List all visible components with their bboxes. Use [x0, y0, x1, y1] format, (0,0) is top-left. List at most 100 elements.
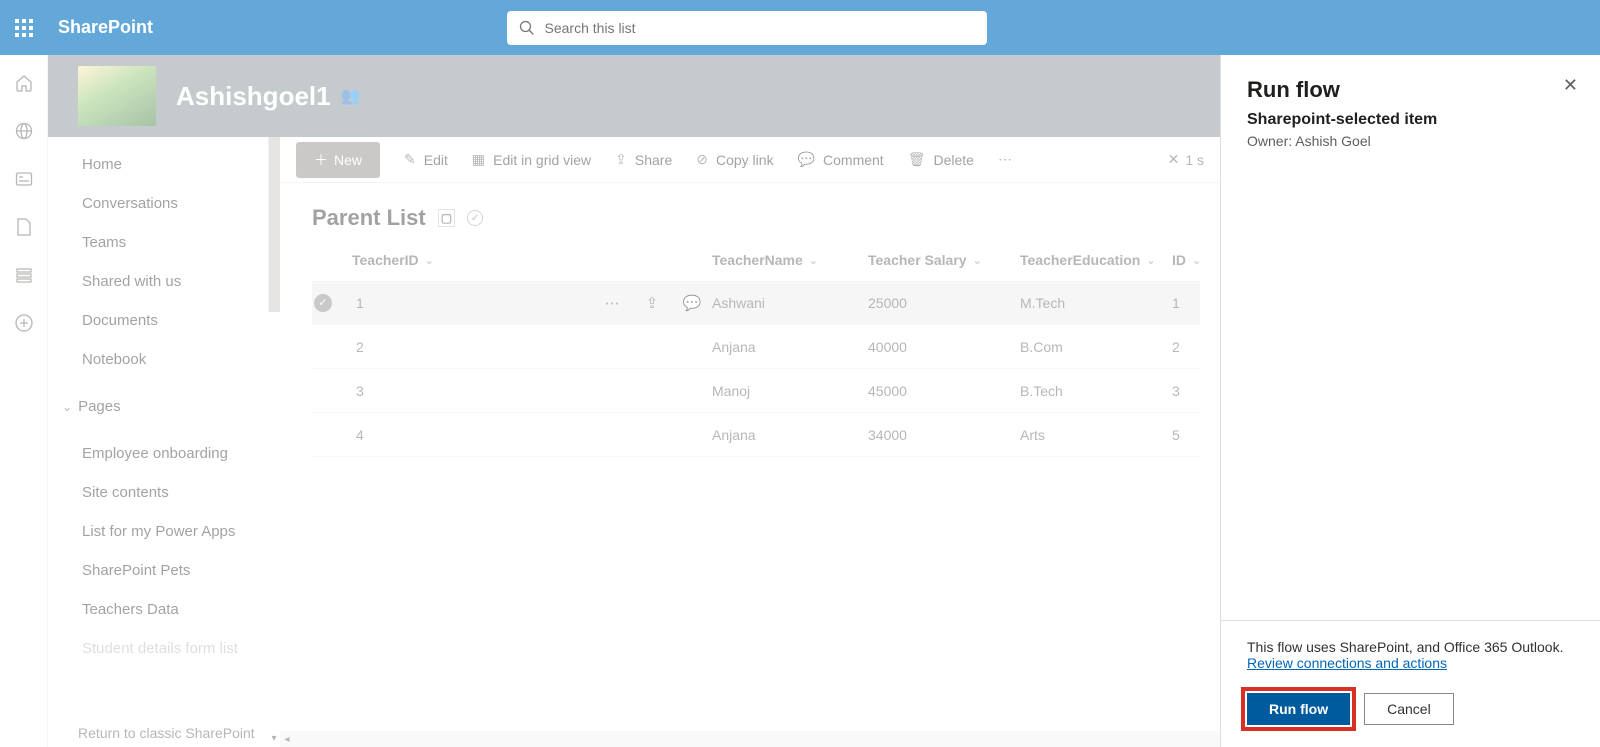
list-title: Parent List [312, 205, 426, 231]
nav-pages-group[interactable]: ⌄ Pages [48, 387, 280, 426]
list-icon[interactable] [14, 265, 34, 285]
cell-name: Anjana [712, 339, 868, 355]
close-icon: ✕ [1168, 151, 1180, 168]
comment-icon: 💬 [798, 151, 815, 168]
cell-name: Manoj [712, 383, 868, 399]
search-icon [519, 20, 535, 36]
pencil-icon: ✎ [404, 151, 416, 168]
site-title[interactable]: Ashishgoel1 [176, 81, 331, 112]
share-icon: ⇪ [615, 151, 627, 168]
files-icon[interactable] [14, 217, 34, 237]
more-icon: ⋯ [998, 151, 1012, 168]
nav-item[interactable]: Site contents [48, 473, 280, 512]
flow-uses-text: This flow uses SharePoint, and Office 36… [1247, 639, 1574, 655]
search-box[interactable] [507, 11, 987, 45]
copylink-button[interactable]: ⊘ Copy link [696, 151, 773, 168]
scroll-left-icon[interactable]: ◂ [280, 731, 294, 747]
clear-selection[interactable]: ✕ 1 s [1168, 151, 1204, 168]
cell-salary: 40000 [868, 339, 1020, 355]
cell-edu: Arts [1020, 427, 1172, 443]
trash-icon: 🗑 [908, 151, 926, 168]
app-launcher[interactable] [0, 0, 48, 55]
cell-name: Ashwani [712, 295, 868, 311]
review-connections-link[interactable]: Review connections and actions [1247, 655, 1447, 671]
nav-item[interactable]: List for my Power Apps [48, 512, 280, 551]
nav-item[interactable]: Teams [48, 223, 280, 262]
cell-edu: M.Tech [1020, 295, 1172, 311]
run-flow-panel: Run flow ✕ Sharepoint-selected item Owne… [1220, 55, 1600, 747]
new-button[interactable]: ＋ New [296, 142, 380, 178]
cell-teacherid: 4 [352, 427, 592, 443]
nav-item[interactable]: Student details form list [48, 629, 280, 657]
edit-label: Edit [424, 152, 448, 168]
editgrid-label: Edit in grid view [493, 152, 591, 168]
return-classic-link[interactable]: Return to classic SharePoint [78, 725, 255, 741]
col-teachername[interactable]: TeacherName⌄ [712, 252, 868, 268]
table-row[interactable]: 4Anjana34000Arts5 [312, 413, 1200, 457]
share-label: Share [635, 152, 672, 168]
table-row[interactable]: 3Manoj45000B.Tech3 [312, 369, 1200, 413]
flow-owner: Owner: Ashish Goel [1247, 133, 1574, 149]
search-input[interactable] [545, 20, 975, 36]
cancel-button[interactable]: Cancel [1364, 693, 1454, 725]
share-button[interactable]: ⇪ Share [615, 151, 672, 168]
waffle-icon [15, 19, 33, 37]
selected-check-icon: ✓ [314, 294, 332, 312]
chevron-down-icon: ⌄ [1192, 254, 1201, 267]
horizontal-scrollbar[interactable]: ◂ [280, 731, 1220, 747]
panel-title: Run flow [1247, 77, 1574, 103]
home-icon[interactable] [14, 73, 34, 93]
nav-item[interactable]: Employee onboarding [48, 434, 280, 473]
delete-label: Delete [933, 152, 973, 168]
cell-salary: 34000 [868, 427, 1020, 443]
link-icon: ⊘ [696, 151, 708, 168]
col-edu[interactable]: TeacherEducation⌄ [1020, 252, 1172, 268]
nav-scroll-down-icon[interactable]: ▾ [268, 729, 280, 747]
add-icon[interactable] [14, 313, 34, 333]
site-logo [78, 66, 156, 126]
copylink-label: Copy link [716, 152, 774, 168]
nav-pages-label: Pages [78, 398, 121, 415]
grid-icon: ▦ [472, 151, 485, 168]
table-row[interactable]: 2Anjana40000B.Com2 [312, 325, 1200, 369]
nav-item[interactable]: Notebook [48, 340, 280, 379]
cell-name: Anjana [712, 427, 868, 443]
chevron-down-icon: ⌄ [425, 254, 434, 267]
news-icon[interactable] [14, 169, 34, 189]
run-flow-button[interactable]: Run flow [1247, 693, 1350, 725]
nav-item[interactable]: Teachers Data [48, 590, 280, 629]
delete-button[interactable]: 🗑 Delete [908, 151, 974, 168]
nav-item[interactable]: Documents [48, 301, 280, 340]
cell-salary: 45000 [868, 383, 1020, 399]
panel-close-button[interactable]: ✕ [1563, 75, 1578, 96]
nav-scrollbar[interactable] [268, 137, 280, 312]
row-comment-icon[interactable]: 💬 [672, 294, 712, 312]
more-button[interactable]: ⋯ [998, 151, 1012, 168]
nav-item[interactable]: Home [48, 145, 280, 184]
status-icon: ✓ [467, 210, 483, 226]
site-nav: HomeConversationsTeamsShared with usDocu… [48, 137, 280, 747]
selection-count: 1 s [1185, 152, 1204, 168]
cell-teacherid: 3 [352, 383, 592, 399]
flow-name: Sharepoint-selected item [1247, 111, 1574, 129]
nav-item[interactable]: Shared with us [48, 262, 280, 301]
row-share-icon[interactable]: ⇪ [632, 294, 672, 312]
table-row[interactable]: ✓1⋯⇪💬Ashwani25000M.Tech1 [312, 281, 1200, 325]
globe-icon[interactable] [14, 121, 34, 141]
edit-grid-button[interactable]: ▦ Edit in grid view [472, 151, 591, 168]
col-teacherid[interactable]: TeacherID⌄ [352, 252, 592, 268]
nav-item[interactable]: SharePoint Pets [48, 551, 280, 590]
cell-salary: 25000 [868, 295, 1020, 311]
chevron-down-icon: ⌄ [62, 400, 72, 414]
comment-button[interactable]: 💬 Comment [798, 151, 884, 168]
sync-icon[interactable]: ▢ [438, 209, 455, 227]
comment-label: Comment [823, 152, 884, 168]
new-label: New [334, 152, 362, 168]
cell-teacherid: 2 [352, 339, 592, 355]
col-salary[interactable]: Teacher Salary⌄ [868, 252, 1020, 268]
chevron-down-icon: ⌄ [973, 254, 982, 267]
teams-icon[interactable]: 👥 [341, 86, 361, 106]
nav-item[interactable]: Conversations [48, 184, 280, 223]
edit-button[interactable]: ✎ Edit [404, 151, 448, 168]
row-more-icon[interactable]: ⋯ [592, 294, 632, 312]
